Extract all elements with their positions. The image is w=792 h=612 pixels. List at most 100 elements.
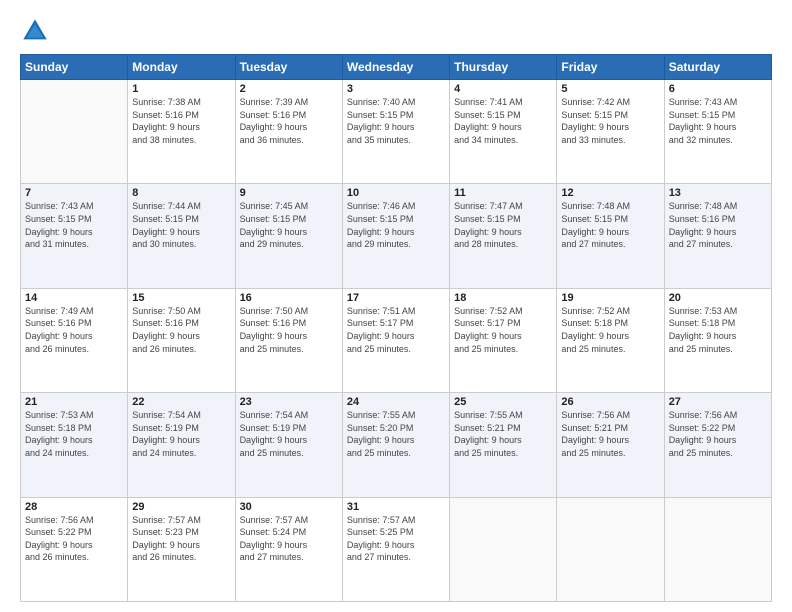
day-number: 2 (240, 83, 338, 95)
day-number: 12 (561, 187, 659, 199)
header (20, 16, 772, 46)
day-info: Sunrise: 7:54 AM Sunset: 5:19 PM Dayligh… (240, 409, 338, 459)
day-number: 15 (132, 292, 230, 304)
day-info: Sunrise: 7:56 AM Sunset: 5:21 PM Dayligh… (561, 409, 659, 459)
day-number: 14 (25, 292, 123, 304)
calendar-day-cell: 24Sunrise: 7:55 AM Sunset: 5:20 PM Dayli… (342, 393, 449, 497)
calendar-header-row: SundayMondayTuesdayWednesdayThursdayFrid… (21, 55, 772, 80)
day-info: Sunrise: 7:49 AM Sunset: 5:16 PM Dayligh… (25, 305, 123, 355)
calendar-day-cell: 17Sunrise: 7:51 AM Sunset: 5:17 PM Dayli… (342, 288, 449, 392)
day-info: Sunrise: 7:55 AM Sunset: 5:21 PM Dayligh… (454, 409, 552, 459)
calendar-day-header: Wednesday (342, 55, 449, 80)
calendar-week-row: 1Sunrise: 7:38 AM Sunset: 5:16 PM Daylig… (21, 80, 772, 184)
day-number: 24 (347, 396, 445, 408)
day-number: 6 (669, 83, 767, 95)
day-info: Sunrise: 7:45 AM Sunset: 5:15 PM Dayligh… (240, 200, 338, 250)
day-number: 20 (669, 292, 767, 304)
calendar-day-header: Monday (128, 55, 235, 80)
day-number: 1 (132, 83, 230, 95)
day-number: 5 (561, 83, 659, 95)
day-number: 13 (669, 187, 767, 199)
day-info: Sunrise: 7:43 AM Sunset: 5:15 PM Dayligh… (669, 96, 767, 146)
day-info: Sunrise: 7:48 AM Sunset: 5:16 PM Dayligh… (669, 200, 767, 250)
calendar-day-cell: 10Sunrise: 7:46 AM Sunset: 5:15 PM Dayli… (342, 184, 449, 288)
calendar-day-cell: 7Sunrise: 7:43 AM Sunset: 5:15 PM Daylig… (21, 184, 128, 288)
calendar-day-cell: 28Sunrise: 7:56 AM Sunset: 5:22 PM Dayli… (21, 497, 128, 601)
day-info: Sunrise: 7:55 AM Sunset: 5:20 PM Dayligh… (347, 409, 445, 459)
day-info: Sunrise: 7:57 AM Sunset: 5:23 PM Dayligh… (132, 514, 230, 564)
day-number: 3 (347, 83, 445, 95)
calendar-day-cell: 20Sunrise: 7:53 AM Sunset: 5:18 PM Dayli… (664, 288, 771, 392)
day-info: Sunrise: 7:57 AM Sunset: 5:24 PM Dayligh… (240, 514, 338, 564)
day-number: 11 (454, 187, 552, 199)
day-info: Sunrise: 7:38 AM Sunset: 5:16 PM Dayligh… (132, 96, 230, 146)
calendar-day-cell: 12Sunrise: 7:48 AM Sunset: 5:15 PM Dayli… (557, 184, 664, 288)
calendar-day-cell: 15Sunrise: 7:50 AM Sunset: 5:16 PM Dayli… (128, 288, 235, 392)
calendar-week-row: 7Sunrise: 7:43 AM Sunset: 5:15 PM Daylig… (21, 184, 772, 288)
calendar-day-cell: 31Sunrise: 7:57 AM Sunset: 5:25 PM Dayli… (342, 497, 449, 601)
day-number: 25 (454, 396, 552, 408)
day-number: 19 (561, 292, 659, 304)
calendar-day-header: Thursday (450, 55, 557, 80)
calendar-day-cell: 21Sunrise: 7:53 AM Sunset: 5:18 PM Dayli… (21, 393, 128, 497)
day-number: 21 (25, 396, 123, 408)
calendar-day-cell: 5Sunrise: 7:42 AM Sunset: 5:15 PM Daylig… (557, 80, 664, 184)
day-number: 28 (25, 501, 123, 513)
calendar-day-cell (450, 497, 557, 601)
calendar-day-cell: 18Sunrise: 7:52 AM Sunset: 5:17 PM Dayli… (450, 288, 557, 392)
day-number: 17 (347, 292, 445, 304)
day-info: Sunrise: 7:51 AM Sunset: 5:17 PM Dayligh… (347, 305, 445, 355)
calendar-day-cell: 9Sunrise: 7:45 AM Sunset: 5:15 PM Daylig… (235, 184, 342, 288)
calendar-table: SundayMondayTuesdayWednesdayThursdayFrid… (20, 54, 772, 602)
calendar-day-cell: 14Sunrise: 7:49 AM Sunset: 5:16 PM Dayli… (21, 288, 128, 392)
day-number: 29 (132, 501, 230, 513)
day-info: Sunrise: 7:53 AM Sunset: 5:18 PM Dayligh… (25, 409, 123, 459)
day-number: 9 (240, 187, 338, 199)
day-info: Sunrise: 7:42 AM Sunset: 5:15 PM Dayligh… (561, 96, 659, 146)
day-number: 30 (240, 501, 338, 513)
calendar-day-header: Sunday (21, 55, 128, 80)
day-info: Sunrise: 7:50 AM Sunset: 5:16 PM Dayligh… (240, 305, 338, 355)
calendar-day-cell: 22Sunrise: 7:54 AM Sunset: 5:19 PM Dayli… (128, 393, 235, 497)
day-number: 23 (240, 396, 338, 408)
calendar-day-header: Tuesday (235, 55, 342, 80)
calendar-day-cell (664, 497, 771, 601)
day-number: 27 (669, 396, 767, 408)
calendar-day-cell: 30Sunrise: 7:57 AM Sunset: 5:24 PM Dayli… (235, 497, 342, 601)
day-number: 18 (454, 292, 552, 304)
day-info: Sunrise: 7:54 AM Sunset: 5:19 PM Dayligh… (132, 409, 230, 459)
calendar-day-cell: 27Sunrise: 7:56 AM Sunset: 5:22 PM Dayli… (664, 393, 771, 497)
calendar-day-cell: 19Sunrise: 7:52 AM Sunset: 5:18 PM Dayli… (557, 288, 664, 392)
day-number: 7 (25, 187, 123, 199)
calendar-day-cell: 16Sunrise: 7:50 AM Sunset: 5:16 PM Dayli… (235, 288, 342, 392)
calendar-day-cell (557, 497, 664, 601)
day-info: Sunrise: 7:48 AM Sunset: 5:15 PM Dayligh… (561, 200, 659, 250)
calendar-day-header: Saturday (664, 55, 771, 80)
day-info: Sunrise: 7:40 AM Sunset: 5:15 PM Dayligh… (347, 96, 445, 146)
calendar-day-cell: 13Sunrise: 7:48 AM Sunset: 5:16 PM Dayli… (664, 184, 771, 288)
day-info: Sunrise: 7:44 AM Sunset: 5:15 PM Dayligh… (132, 200, 230, 250)
day-info: Sunrise: 7:47 AM Sunset: 5:15 PM Dayligh… (454, 200, 552, 250)
calendar-day-cell: 8Sunrise: 7:44 AM Sunset: 5:15 PM Daylig… (128, 184, 235, 288)
day-number: 31 (347, 501, 445, 513)
calendar-day-cell: 3Sunrise: 7:40 AM Sunset: 5:15 PM Daylig… (342, 80, 449, 184)
day-info: Sunrise: 7:53 AM Sunset: 5:18 PM Dayligh… (669, 305, 767, 355)
day-info: Sunrise: 7:43 AM Sunset: 5:15 PM Dayligh… (25, 200, 123, 250)
calendar-day-header: Friday (557, 55, 664, 80)
day-number: 4 (454, 83, 552, 95)
day-info: Sunrise: 7:46 AM Sunset: 5:15 PM Dayligh… (347, 200, 445, 250)
day-info: Sunrise: 7:39 AM Sunset: 5:16 PM Dayligh… (240, 96, 338, 146)
calendar-day-cell: 2Sunrise: 7:39 AM Sunset: 5:16 PM Daylig… (235, 80, 342, 184)
day-number: 8 (132, 187, 230, 199)
calendar-day-cell (21, 80, 128, 184)
day-number: 26 (561, 396, 659, 408)
calendar-day-cell: 23Sunrise: 7:54 AM Sunset: 5:19 PM Dayli… (235, 393, 342, 497)
day-info: Sunrise: 7:56 AM Sunset: 5:22 PM Dayligh… (25, 514, 123, 564)
calendar-day-cell: 11Sunrise: 7:47 AM Sunset: 5:15 PM Dayli… (450, 184, 557, 288)
day-info: Sunrise: 7:50 AM Sunset: 5:16 PM Dayligh… (132, 305, 230, 355)
calendar-week-row: 21Sunrise: 7:53 AM Sunset: 5:18 PM Dayli… (21, 393, 772, 497)
calendar-day-cell: 1Sunrise: 7:38 AM Sunset: 5:16 PM Daylig… (128, 80, 235, 184)
calendar-day-cell: 25Sunrise: 7:55 AM Sunset: 5:21 PM Dayli… (450, 393, 557, 497)
calendar-day-cell: 26Sunrise: 7:56 AM Sunset: 5:21 PM Dayli… (557, 393, 664, 497)
day-info: Sunrise: 7:56 AM Sunset: 5:22 PM Dayligh… (669, 409, 767, 459)
